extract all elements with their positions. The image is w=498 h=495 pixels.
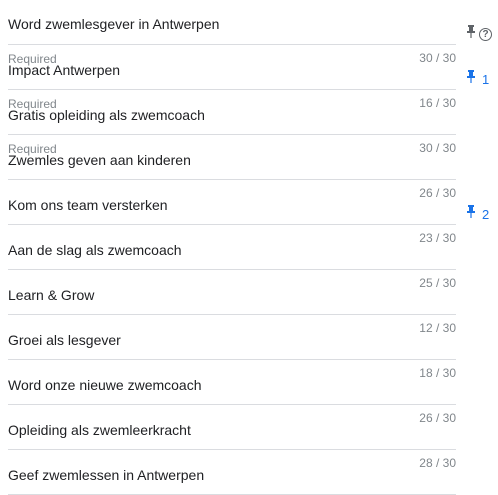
headline-text: Word onze nieuwe zwemcoach bbox=[8, 377, 202, 393]
help-icon[interactable]: ? bbox=[479, 27, 492, 41]
pin-position-2[interactable]: 2 bbox=[466, 205, 489, 223]
header-row: Word zwemlesgever in Antwerpen bbox=[8, 0, 456, 45]
pin-position-label: 1 bbox=[482, 71, 490, 87]
header-text: Word zwemlesgever in Antwerpen bbox=[8, 16, 220, 32]
char-count: 23 / 30 bbox=[419, 231, 456, 245]
headline-row-10[interactable]: Geef zwemlessen in Antwerpen 28 / 30 bbox=[8, 450, 456, 495]
headline-row-5[interactable]: Aan de slag als zwemcoach 23 / 30 bbox=[8, 225, 456, 270]
headline-text: Gratis opleiding als zwemcoach bbox=[8, 107, 205, 123]
char-count: 25 / 30 bbox=[419, 276, 456, 290]
headline-text: Aan de slag als zwemcoach bbox=[8, 242, 182, 258]
headline-row-6[interactable]: Learn & Grow 25 / 30 bbox=[8, 270, 456, 315]
pin-icon[interactable] bbox=[466, 25, 476, 43]
headline-row-9[interactable]: Opleiding als zwemleerkracht 26 / 30 bbox=[8, 405, 456, 450]
headline-text: Opleiding als zwemleerkracht bbox=[8, 422, 191, 438]
headline-row-7[interactable]: Groei als lesgever 12 / 30 bbox=[8, 315, 456, 360]
headline-text: Learn & Grow bbox=[8, 287, 95, 303]
char-count: 28 / 30 bbox=[419, 456, 456, 470]
headline-text: Impact Antwerpen bbox=[8, 62, 121, 78]
char-count: 12 / 30 bbox=[419, 321, 456, 335]
headline-text: Zwemles geven aan kinderen bbox=[8, 152, 191, 168]
headline-row-8[interactable]: Word onze nieuwe zwemcoach 18 / 30 bbox=[8, 360, 456, 405]
headline-text: Kom ons team versterken bbox=[8, 197, 168, 213]
char-count: 26 / 30 bbox=[419, 186, 456, 200]
char-count: 30 / 30 bbox=[419, 51, 456, 65]
header-icons: ? bbox=[466, 25, 492, 43]
headline-text: Geef zwemlessen in Antwerpen bbox=[8, 467, 205, 483]
headline-row-1[interactable]: Required Impact Antwerpen 30 / 30 bbox=[8, 45, 456, 90]
headline-row-2[interactable]: Required Gratis opleiding als zwemcoach … bbox=[8, 90, 456, 135]
char-count: 16 / 30 bbox=[419, 96, 456, 110]
char-count: 30 / 30 bbox=[419, 141, 456, 155]
char-count: 26 / 30 bbox=[419, 411, 456, 425]
headline-row-3[interactable]: Required Zwemles geven aan kinderen 30 /… bbox=[8, 135, 456, 180]
char-count: 18 / 30 bbox=[419, 366, 456, 380]
pin-icon bbox=[466, 205, 476, 223]
pin-icon bbox=[466, 70, 476, 88]
headline-row-4[interactable]: Kom ons team versterken 26 / 30 bbox=[8, 180, 456, 225]
headline-list: Word zwemlesgever in Antwerpen Required … bbox=[8, 0, 456, 495]
pin-position-1[interactable]: 1 bbox=[466, 70, 489, 88]
headline-text: Groei als lesgever bbox=[8, 332, 121, 348]
pin-position-label: 2 bbox=[482, 206, 490, 222]
